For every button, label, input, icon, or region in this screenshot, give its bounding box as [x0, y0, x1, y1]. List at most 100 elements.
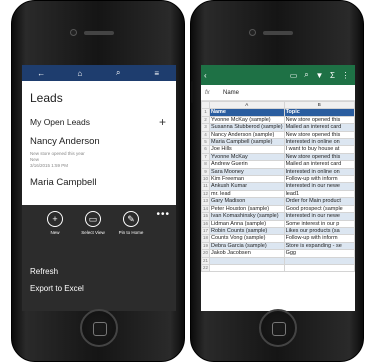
- cell-name[interactable]: Andrew Guerin: [209, 160, 285, 169]
- cell-topic[interactable]: lead1: [283, 189, 355, 199]
- list-item[interactable]: Maria Campbell: [22, 169, 176, 191]
- cell-topic[interactable]: Ggg: [283, 249, 355, 258]
- cell-name[interactable]: Yvonne McKay (sample): [209, 115, 285, 125]
- home-button[interactable]: [259, 309, 297, 347]
- cell-name[interactable]: mr. lead: [209, 189, 285, 199]
- cell-topic[interactable]: Likes our products (sa: [283, 226, 355, 236]
- cell-name[interactable]: Peter Houston (sample): [209, 204, 285, 214]
- comment-icon[interactable]: ▭: [287, 71, 300, 80]
- row-number[interactable]: 16: [201, 219, 211, 228]
- cell-topic[interactable]: New store opened this: [283, 130, 355, 140]
- cell-name[interactable]: Ivan Komashinsky (sample): [209, 212, 285, 221]
- row-number[interactable]: 15: [201, 212, 211, 221]
- cell-name[interactable]: Lidman Anna (sample): [209, 219, 285, 228]
- cell-name[interactable]: Kim Freeman: [209, 175, 285, 184]
- pin-to-home-button[interactable]: ✎ Pin to Home: [112, 211, 150, 235]
- row-number[interactable]: 7: [201, 152, 211, 162]
- view-selector[interactable]: My Open Leads +: [22, 114, 176, 130]
- row-number[interactable]: 13: [201, 197, 211, 206]
- column-header-a[interactable]: A: [209, 100, 285, 110]
- cell-topic[interactable]: I want to buy house at: [283, 145, 355, 154]
- crm-screen: ← ⌂ ⌕ ≡ Leads My Open Leads + Nancy Ande…: [22, 65, 176, 311]
- row-number[interactable]: 1: [201, 108, 211, 117]
- cell-topic[interactable]: Interested in online on: [283, 167, 355, 177]
- cell-topic[interactable]: Mailed an interest card: [283, 160, 355, 169]
- cell-name[interactable]: Ankush Kumar: [209, 182, 285, 191]
- row-number[interactable]: 4: [201, 130, 211, 140]
- cell-name[interactable]: Maria Campbell (sample): [209, 138, 285, 147]
- cell-topic[interactable]: Follow-up with inform: [283, 175, 355, 184]
- cell-topic[interactable]: Store is expanding - se: [283, 241, 355, 251]
- column-header-b[interactable]: B: [283, 100, 355, 110]
- table-row: 18 Counts Vong (sample) Follow-up with inf…: [201, 234, 355, 243]
- home-icon[interactable]: ⌂: [74, 69, 86, 78]
- cell-name[interactable]: Robin Counts (sample): [209, 226, 285, 236]
- menu-icon[interactable]: ≡: [151, 69, 163, 78]
- row-number[interactable]: 14: [201, 204, 211, 214]
- back-chevron-icon[interactable]: ‹: [204, 71, 226, 80]
- row-number[interactable]: 22: [201, 263, 211, 273]
- cell-name[interactable]: Joe Hills: [209, 145, 285, 154]
- list-item[interactable]: Nancy Anderson New store opened this yea…: [22, 130, 176, 169]
- row-number[interactable]: 5: [201, 138, 211, 147]
- cell-topic[interactable]: Mailed an interest card: [283, 123, 355, 132]
- row-number[interactable]: 12: [201, 189, 211, 199]
- new-button[interactable]: + New: [36, 211, 74, 235]
- row-number[interactable]: 9: [201, 167, 211, 177]
- home-button[interactable]: [80, 309, 118, 347]
- cell-topic[interactable]: Order for Main product: [283, 197, 355, 206]
- table-row: 2 Yvonne McKay (sample) New store opened t…: [201, 115, 355, 125]
- row-number[interactable]: 19: [201, 241, 211, 251]
- cell-topic[interactable]: Good prospect (sample: [283, 204, 355, 214]
- table-row: 3 Susanna Stubberod (sample) Mailed an int…: [201, 123, 355, 132]
- row-number[interactable]: 8: [201, 160, 211, 169]
- cell-topic[interactable]: New store opened this: [283, 115, 355, 125]
- add-icon[interactable]: +: [159, 115, 166, 129]
- cell-topic[interactable]: Interested in our newe: [283, 212, 355, 221]
- table-row: 14 Peter Houston (sample) Good prospect (s…: [201, 204, 355, 214]
- cell-name[interactable]: Jakob Jacobsen: [209, 249, 285, 258]
- back-arrow-icon[interactable]: ←: [35, 69, 47, 78]
- cell-topic[interactable]: New store opened this: [283, 152, 355, 162]
- refresh-menu-item[interactable]: Refresh: [30, 267, 84, 284]
- table-row: 9 Sara Mooney Interested in online on: [201, 167, 355, 177]
- cell-topic[interactable]: [283, 263, 355, 273]
- search-icon[interactable]: ⌕: [300, 70, 313, 80]
- more-icon[interactable]: ⋮: [339, 71, 352, 80]
- row-number[interactable]: 2: [201, 115, 211, 125]
- corner-cell[interactable]: [201, 100, 211, 110]
- cell-name[interactable]: Debra Garcia (sample): [209, 241, 285, 251]
- cell-name[interactable]: Yvonne McKay: [209, 152, 285, 162]
- row-number[interactable]: 20: [201, 249, 211, 258]
- row-number[interactable]: 18: [201, 234, 211, 243]
- cell-name[interactable]: [209, 263, 285, 273]
- search-icon[interactable]: ⌕: [112, 68, 124, 78]
- cell-name[interactable]: Name: [209, 108, 285, 117]
- select-view-button[interactable]: ▭ Select View: [74, 211, 112, 235]
- row-number[interactable]: 6: [201, 145, 211, 154]
- row-number[interactable]: 11: [201, 182, 211, 191]
- cell-name[interactable]: Counts Vong (sample): [209, 234, 285, 243]
- formula-bar[interactable]: fx Name: [201, 85, 355, 101]
- cell-name[interactable]: Susanna Stubberod (sample): [209, 123, 285, 132]
- table-row: 12 mr. lead lead1: [201, 189, 355, 199]
- cell-name[interactable]: Nancy Anderson (sample): [209, 130, 285, 140]
- table-row: 11 Ankush Kumar Interested in our newe: [201, 182, 355, 191]
- cell-topic[interactable]: Topic: [283, 108, 355, 117]
- sum-icon[interactable]: Σ: [326, 71, 339, 80]
- cell-topic[interactable]: Interested in our newe: [283, 182, 355, 191]
- cell-name[interactable]: [209, 256, 285, 265]
- cell-topic[interactable]: Follow-up with inform: [283, 234, 355, 243]
- row-number[interactable]: 21: [201, 256, 211, 265]
- spreadsheet-grid[interactable]: A B 1 Name Topic 2 Yvonne McKay (sample) New …: [201, 100, 355, 273]
- cell-name[interactable]: Sara Mooney: [209, 167, 285, 177]
- export-to-excel-menu-item[interactable]: Export to Excel: [30, 284, 84, 301]
- row-number[interactable]: 17: [201, 226, 211, 236]
- cell-topic[interactable]: [283, 256, 355, 265]
- filter-icon[interactable]: ▼: [313, 71, 326, 80]
- row-number[interactable]: 3: [201, 123, 211, 132]
- cell-topic[interactable]: Some interest in our p: [283, 219, 355, 228]
- row-number[interactable]: 10: [201, 175, 211, 184]
- cell-topic[interactable]: Interested in online on: [283, 138, 355, 147]
- cell-name[interactable]: Gary Madison: [209, 197, 285, 206]
